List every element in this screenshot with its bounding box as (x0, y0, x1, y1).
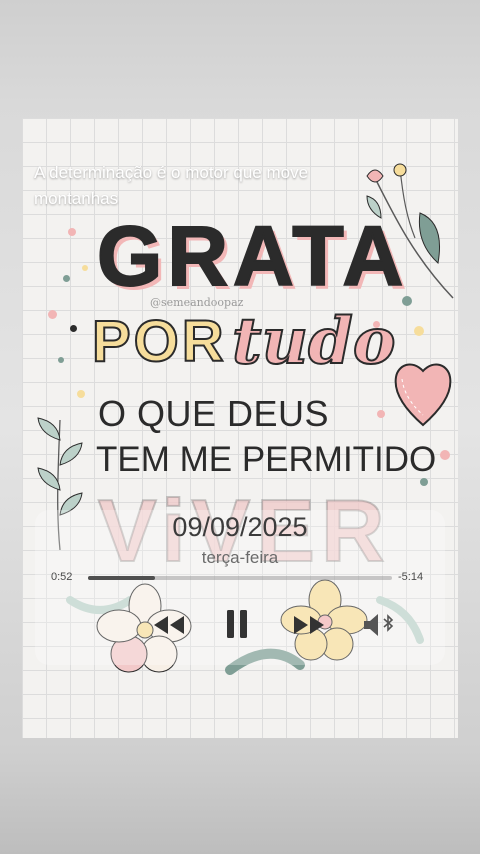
decor-dot (48, 310, 57, 319)
pause-icon (227, 610, 247, 638)
decor-dot (63, 275, 70, 282)
progress-fill (88, 576, 155, 580)
heart-icon (394, 363, 452, 427)
rewind-button[interactable] (152, 614, 186, 636)
bluetooth-speaker-icon (364, 614, 394, 636)
rewind-icon (154, 616, 184, 634)
pause-button[interactable] (224, 608, 250, 640)
audio-output-button[interactable] (362, 612, 396, 638)
artwork-line-o-que-deus: O QUE DEUS (98, 393, 330, 434)
decor-dot (377, 410, 385, 418)
fast-forward-button[interactable] (292, 614, 326, 636)
elapsed-time: 0:52 (51, 571, 73, 583)
artwork-word-por: POR (91, 308, 227, 375)
fast-forward-icon (294, 616, 324, 634)
decor-dot (68, 228, 76, 236)
weekday-label: terça-feira (201, 548, 279, 567)
artwork-word-tudo: tudo (231, 303, 397, 380)
artwork-line-tem-me-permitido: TEM ME PERMITIDO (96, 440, 437, 479)
decor-dot (440, 450, 450, 460)
decor-dot (58, 357, 64, 363)
remaining-time: -5:14 (398, 571, 424, 583)
date-label: 09/09/2025 (172, 512, 308, 542)
decor-dot (82, 265, 88, 271)
progress-scrubber[interactable] (88, 576, 392, 580)
artwork-title-grata: GRATA (96, 208, 409, 304)
decor-dot (414, 326, 424, 336)
decor-dot (70, 325, 77, 332)
video-caption: A determinação é o motor que move montan… (34, 163, 309, 208)
decor-dot (77, 390, 85, 398)
